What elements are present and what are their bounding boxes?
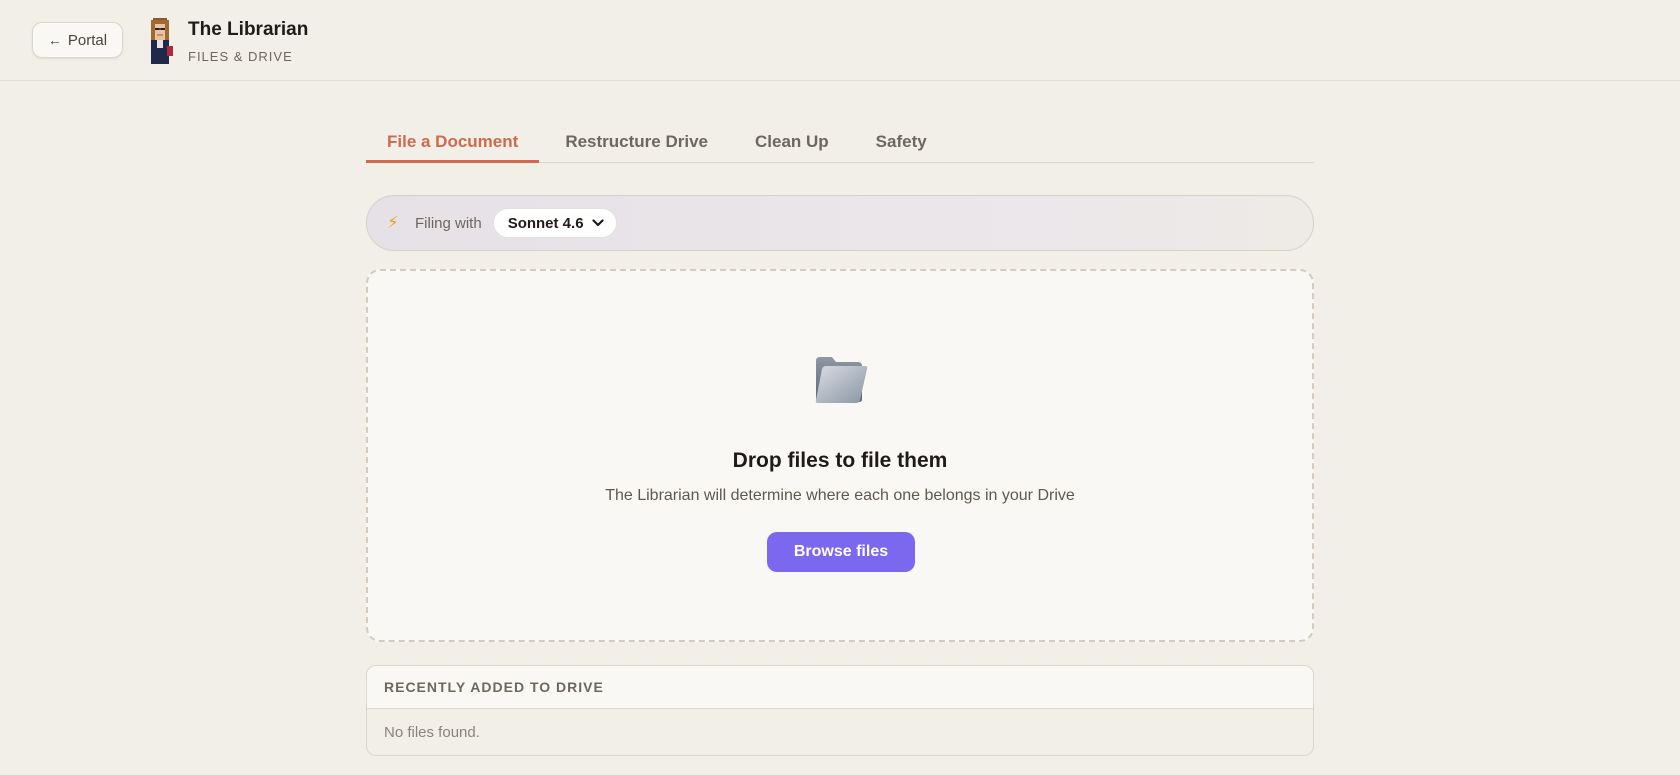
drop-zone-subtitle: The Librarian will determine where each … [605,487,1075,504]
recent-files-header: RECENTLY ADDED TO DRIVE [367,666,1313,709]
recent-files-panel: RECENTLY ADDED TO DRIVE No files found. [366,665,1314,756]
drop-zone-title: Drop files to file them [732,449,948,472]
portal-back-button[interactable]: ← Portal [32,22,123,58]
filing-label: Filing with [415,214,482,232]
portal-back-label: Portal [67,31,108,49]
tab-clean-up[interactable]: Clean Up [734,118,850,163]
model-select[interactable]: Sonnet 4.6 [492,208,617,238]
model-bar: ⚡ Filing with Sonnet 4.6 [366,195,1314,251]
folder-icon [815,357,868,403]
tab-restructure-drive[interactable]: Restructure Drive [544,118,729,163]
tab-file-a-document[interactable]: File a Document [366,118,540,163]
app-subtitle: FILES & DRIVE [188,49,293,64]
model-select-value: Sonnet 4.6 [507,214,584,232]
arrow-left-icon: ← [47,32,62,48]
tab-bar: File a Document Restructure Drive Clean … [366,118,1314,163]
app-title: The Librarian [188,19,309,40]
browse-files-button[interactable]: Browse files [767,532,915,572]
bolt-icon: ⚡ [387,213,399,232]
file-drop-zone[interactable]: Drop files to file them The Librarian wi… [366,269,1314,642]
recent-files-empty: No files found. [384,724,480,741]
chevron-down-icon [591,219,604,227]
tab-safety[interactable]: Safety [855,118,948,163]
librarian-avatar [151,18,173,64]
title-block: The Librarian FILES & DRIVE [188,19,308,64]
app-header: ← Portal The Librarian FILES & DRIVE [0,0,1680,81]
